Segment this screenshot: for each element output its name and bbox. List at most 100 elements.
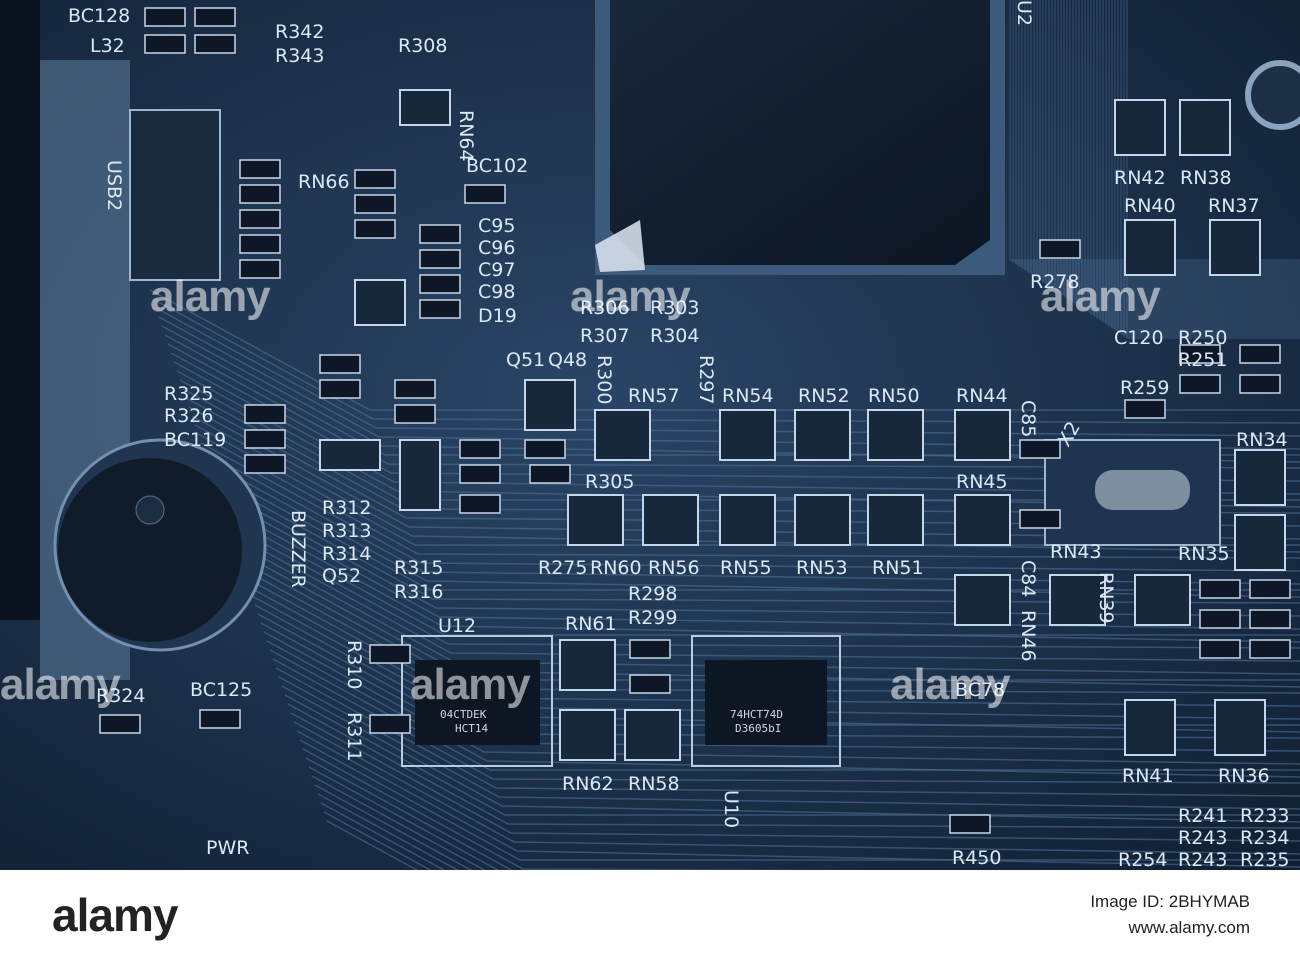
watermark: alamy [0,660,121,709]
smd-resistor [629,639,671,659]
resistor-network [1179,99,1231,156]
smd-resistor [239,234,281,254]
silkscreen-label: C85 [1017,400,1039,437]
silkscreen-label: R343 [275,45,324,67]
silkscreen-label: C96 [478,237,515,259]
image-id: Image ID: 2BHYMAB [1090,892,1250,911]
silkscreen-label: Q52 [322,565,361,587]
smd-resistor [244,429,286,449]
silkscreen-label: RN37 [1208,195,1260,217]
silkscreen-label: C95 [478,215,515,237]
smd-resistor [459,494,501,514]
resistor-network [559,639,616,691]
silkscreen-label: RN53 [796,557,848,579]
silkscreen-label: RN64 [455,110,477,162]
silkscreen-label: C97 [478,259,515,281]
usb-header [129,109,221,281]
watermark: alamy [150,272,271,321]
silkscreen-label: RN39 [1095,572,1117,624]
silkscreen-label: R297 [695,355,717,404]
silkscreen-label: R243 [1178,827,1227,849]
silkscreen-label: RN46 [1017,610,1039,662]
silkscreen-label: R304 [650,325,699,347]
silkscreen-label: R235 [1240,849,1289,870]
silkscreen-label: R310 [343,640,365,689]
smd-resistor [464,184,506,204]
resistor-network [594,409,651,461]
watermark: alamy [1040,272,1161,321]
silkscreen-label: RN45 [956,471,1008,493]
smd-resistor [369,714,411,734]
silkscreen-label: RN55 [720,557,772,579]
smd-resistor [319,379,361,399]
resistor-network [954,574,1011,626]
resistor-network [1124,219,1176,276]
smd-resistor [244,454,286,474]
resistor-network [399,439,441,511]
silkscreen-label: R314 [322,543,371,565]
stock-footer: alamy Image ID: 2BHYMAB www.alamy.com [0,870,1300,960]
watermark: alamy [570,272,691,321]
silkscreen-label: L32 [90,35,125,57]
silkscreen-label: RN42 [1114,167,1166,189]
silkscreen-label: R307 [580,325,629,347]
silkscreen-label: RN40 [1124,195,1176,217]
silkscreen-label: R311 [343,712,365,761]
silkscreen-label: R312 [322,497,371,519]
silkscreen-label: RN57 [628,385,680,407]
smd-resistor [524,439,566,459]
silkscreen-label: R254 [1118,849,1167,870]
silkscreen-label: R326 [164,405,213,427]
silkscreen-label: RN44 [956,385,1008,407]
smd-resistor [1019,509,1061,529]
smd-resistor [239,209,281,229]
smd-resistor [529,464,571,484]
smd-resistor [194,34,236,54]
crystal-x2 [1044,439,1221,546]
smd-resistor [1249,579,1291,599]
silkscreen-label: RN35 [1178,543,1230,565]
silkscreen-label: R450 [952,847,1001,869]
silkscreen-label: BC128 [68,5,130,27]
resistor-network [954,409,1011,461]
silkscreen-label: USB2 [103,160,125,211]
silkscreen-label: RN58 [628,773,680,795]
chip-marking: D3605bI [735,722,781,735]
circuit-board-photo: 04CTDEK HCT14 74HCT74D D3605bI BC128L32R… [0,0,1300,870]
silkscreen-label: R316 [394,581,443,603]
smd-resistor [319,354,361,374]
resistor-network [559,709,616,761]
silkscreen-label: PWR [206,837,249,859]
cpu-chip [595,0,1005,275]
silkscreen-label: RN36 [1218,765,1270,787]
resistor-network [319,439,381,471]
smd-resistor [239,159,281,179]
silkscreen-label: R342 [275,21,324,43]
resistor-network [794,409,851,461]
silkscreen-label: R298 [628,583,677,605]
silkscreen-label: C84 [1017,560,1039,597]
silkscreen-label: RN50 [868,385,920,407]
smd-resistor [1124,399,1166,419]
smd-resistor [949,814,991,834]
resistor-network [1209,219,1261,276]
silkscreen-label: Q48 [548,349,587,371]
smd-resistor [1179,374,1221,394]
silkscreen-label: R251 [1178,349,1227,371]
resistor-network [954,494,1011,546]
silkscreen-label: R233 [1240,805,1289,827]
silkscreen-label: R241 [1178,805,1227,827]
smd-resistor [1199,639,1241,659]
smd-resistor [1019,439,1061,459]
resistor-network [399,89,451,126]
smd-resistor [1239,344,1281,364]
silkscreen-label: R305 [585,471,634,493]
smd-resistor [419,224,461,244]
resistor-network [624,709,681,761]
watermark: alamy [410,660,531,709]
silkscreen-label: R259 [1120,377,1169,399]
silkscreen-label: RN43 [1050,541,1102,563]
smd-resistor [419,274,461,294]
left-connector [0,0,40,620]
smd-resistor [199,709,241,729]
